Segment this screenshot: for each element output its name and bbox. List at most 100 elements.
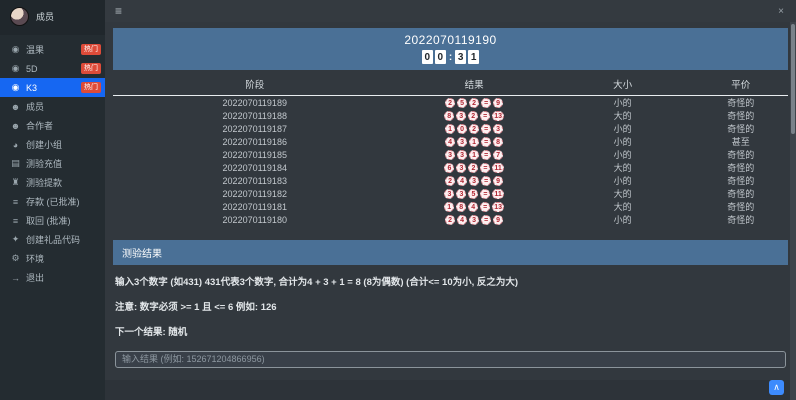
cell-parity: 奇怪的: [727, 98, 755, 108]
sidebar-item-label: 测验充值: [26, 159, 63, 169]
cell-size: 小的: [613, 176, 632, 186]
result-ball: 3: [456, 163, 467, 174]
result-ball: 11: [492, 189, 504, 200]
cell-result: 3 3 5 = 11: [397, 187, 552, 200]
result-ball: =: [481, 176, 492, 187]
table-header-row: 阶段 结果 大小 平价: [113, 74, 788, 96]
result-ball: 3: [493, 124, 504, 135]
table-row: 2022070119183 2 4 3 = 9 小的 奇怪的: [113, 174, 788, 187]
cell-period: 2022070119183: [222, 175, 287, 186]
result-ball: 9: [493, 98, 504, 109]
col-header-parity: 平价: [693, 74, 788, 96]
result-ball: =: [481, 98, 492, 109]
sidebar-item-6[interactable]: ▤ 测验充值: [0, 154, 105, 173]
close-icon[interactable]: ×: [778, 6, 786, 17]
sidebar-item-5[interactable]: ◕ 创建小组: [0, 135, 105, 154]
cell-size: 小的: [613, 215, 632, 225]
hot-badge: 热门: [81, 44, 101, 55]
sidebar: 成员 ◉ 温果 热门 ◉ 5D 热门 ◉ K3 热门 ☻ 成员 ☻ 合作者 ◕ 创建小组 ▤ 测验充值 ♜ 测验提款…: [0, 0, 105, 400]
sidebar-item-7[interactable]: ♜ 测验提款: [0, 173, 105, 192]
menu-icon[interactable]: ≡: [115, 4, 122, 18]
sidebar-item-11[interactable]: ⚙ 环境: [0, 249, 105, 268]
footer-strip: [105, 380, 796, 400]
result-ball: =: [480, 163, 491, 174]
sidebar-item-label: 合作者: [26, 121, 54, 131]
table-row: 2022070119187 1 0 2 = 3 小的 奇怪的: [113, 122, 788, 135]
cell-result: 6 3 2 = 11: [397, 161, 552, 174]
result-ball: 13: [492, 202, 505, 213]
result-ball: =: [481, 137, 492, 148]
col-header-result: 结果: [396, 74, 552, 96]
sidebar-item-label: 创建小组: [26, 140, 63, 150]
cell-period: 2022070119184: [222, 162, 287, 173]
period-banner: 2022070119190 00:31: [113, 28, 788, 70]
bank-icon: ♜: [11, 177, 20, 187]
sidebar-item-12[interactable]: → 退出: [0, 268, 105, 287]
result-ball: 3: [457, 150, 468, 161]
scrollbar[interactable]: [790, 22, 796, 400]
cell-parity: 奇怪的: [727, 111, 755, 121]
game-icon: ◉: [11, 44, 20, 54]
cell-result: 2 5 2 = 9: [397, 96, 552, 110]
countdown-timer: 00:31: [113, 50, 788, 64]
instruction-line-3: 下一个结果: 随机: [115, 327, 188, 338]
result-ball: 9: [493, 176, 504, 187]
result-input[interactable]: [115, 350, 786, 368]
result-ball: =: [481, 215, 492, 226]
cell-result: 1 0 2 = 3: [397, 122, 552, 135]
sidebar-item-9[interactable]: ≡ 取回 (批准): [0, 211, 105, 230]
result-ball: 3: [445, 150, 456, 161]
sidebar-item-label: 温果: [26, 45, 45, 55]
sidebar-item-10[interactable]: ✦ 创建礼品代码: [0, 230, 105, 249]
result-ball: 3: [444, 189, 455, 200]
scrollbar-thumb[interactable]: [791, 24, 795, 134]
result-ball: =: [481, 150, 492, 161]
user-name: 成员: [36, 12, 55, 22]
result-ball: 2: [445, 176, 456, 187]
sidebar-item-label: 退出: [26, 273, 45, 283]
result-ball: 3: [457, 137, 468, 148]
main-area: ≡ × 2022070119190 00:31 阶段 结果 大小 平价 2022…: [105, 0, 796, 400]
result-ball: 4: [457, 215, 468, 226]
cell-size: 大的: [613, 202, 632, 212]
scroll-top-button[interactable]: ∧: [769, 380, 784, 395]
sidebar-item-8[interactable]: ≡ 存款 (已批准): [0, 192, 105, 211]
cell-result: 2 4 3 = 9: [397, 213, 552, 226]
sidebar-item-4[interactable]: ☻ 合作者: [0, 116, 105, 135]
cell-result: 1 8 4 = 13: [397, 200, 552, 213]
hot-badge: 热门: [81, 82, 101, 93]
cell-size: 大的: [613, 163, 632, 173]
game-icon: ◉: [11, 63, 20, 73]
cell-size: 小的: [613, 124, 632, 134]
cell-parity: 奇怪的: [727, 215, 755, 225]
pie-icon: ◕: [12, 139, 19, 150]
result-ball: 3: [456, 189, 467, 200]
user-panel[interactable]: 成员: [0, 0, 105, 35]
gear-icon: ⚙: [11, 253, 20, 263]
sidebar-item-0[interactable]: ◉ 温果 热门: [0, 40, 105, 59]
cell-size: 大的: [613, 189, 632, 199]
results-table: 阶段 结果 大小 平价 2022070119189 2 5 2 = 9 小的 奇怪的 20220…: [113, 74, 788, 226]
game-icon: ◉: [11, 82, 20, 92]
result-ball: 2: [468, 163, 479, 174]
result-panel-title: 测验结果: [113, 240, 788, 265]
table-row: 2022070119184 6 3 2 = 11 大的 奇怪的: [113, 161, 788, 174]
result-ball: 2: [469, 124, 480, 135]
cell-parity: 奇怪的: [727, 176, 755, 186]
cell-result: 2 4 3 = 9: [397, 174, 552, 187]
cell-size: 大的: [613, 111, 632, 121]
result-ball: =: [480, 202, 491, 213]
result-ball: 3: [469, 215, 480, 226]
cell-period: 2022070119180: [222, 214, 287, 225]
result-ball: 13: [492, 111, 505, 122]
sidebar-item-1[interactable]: ◉ 5D 热门: [0, 59, 105, 78]
sidebar-item-3[interactable]: ☻ 成员: [0, 97, 105, 116]
sidebar-item-label: 成员: [26, 102, 45, 112]
table-row: 2022070119180 2 4 3 = 9 小的 奇怪的: [113, 213, 788, 226]
top-navbar: ≡ ×: [105, 0, 796, 22]
countdown-digit: 0: [421, 50, 433, 64]
col-header-size: 大小: [551, 74, 694, 96]
sidebar-item-2[interactable]: ◉ K3 热门: [0, 78, 105, 97]
cell-parity: 奇怪的: [727, 202, 755, 212]
sidebar-item-label: K3: [26, 82, 38, 93]
